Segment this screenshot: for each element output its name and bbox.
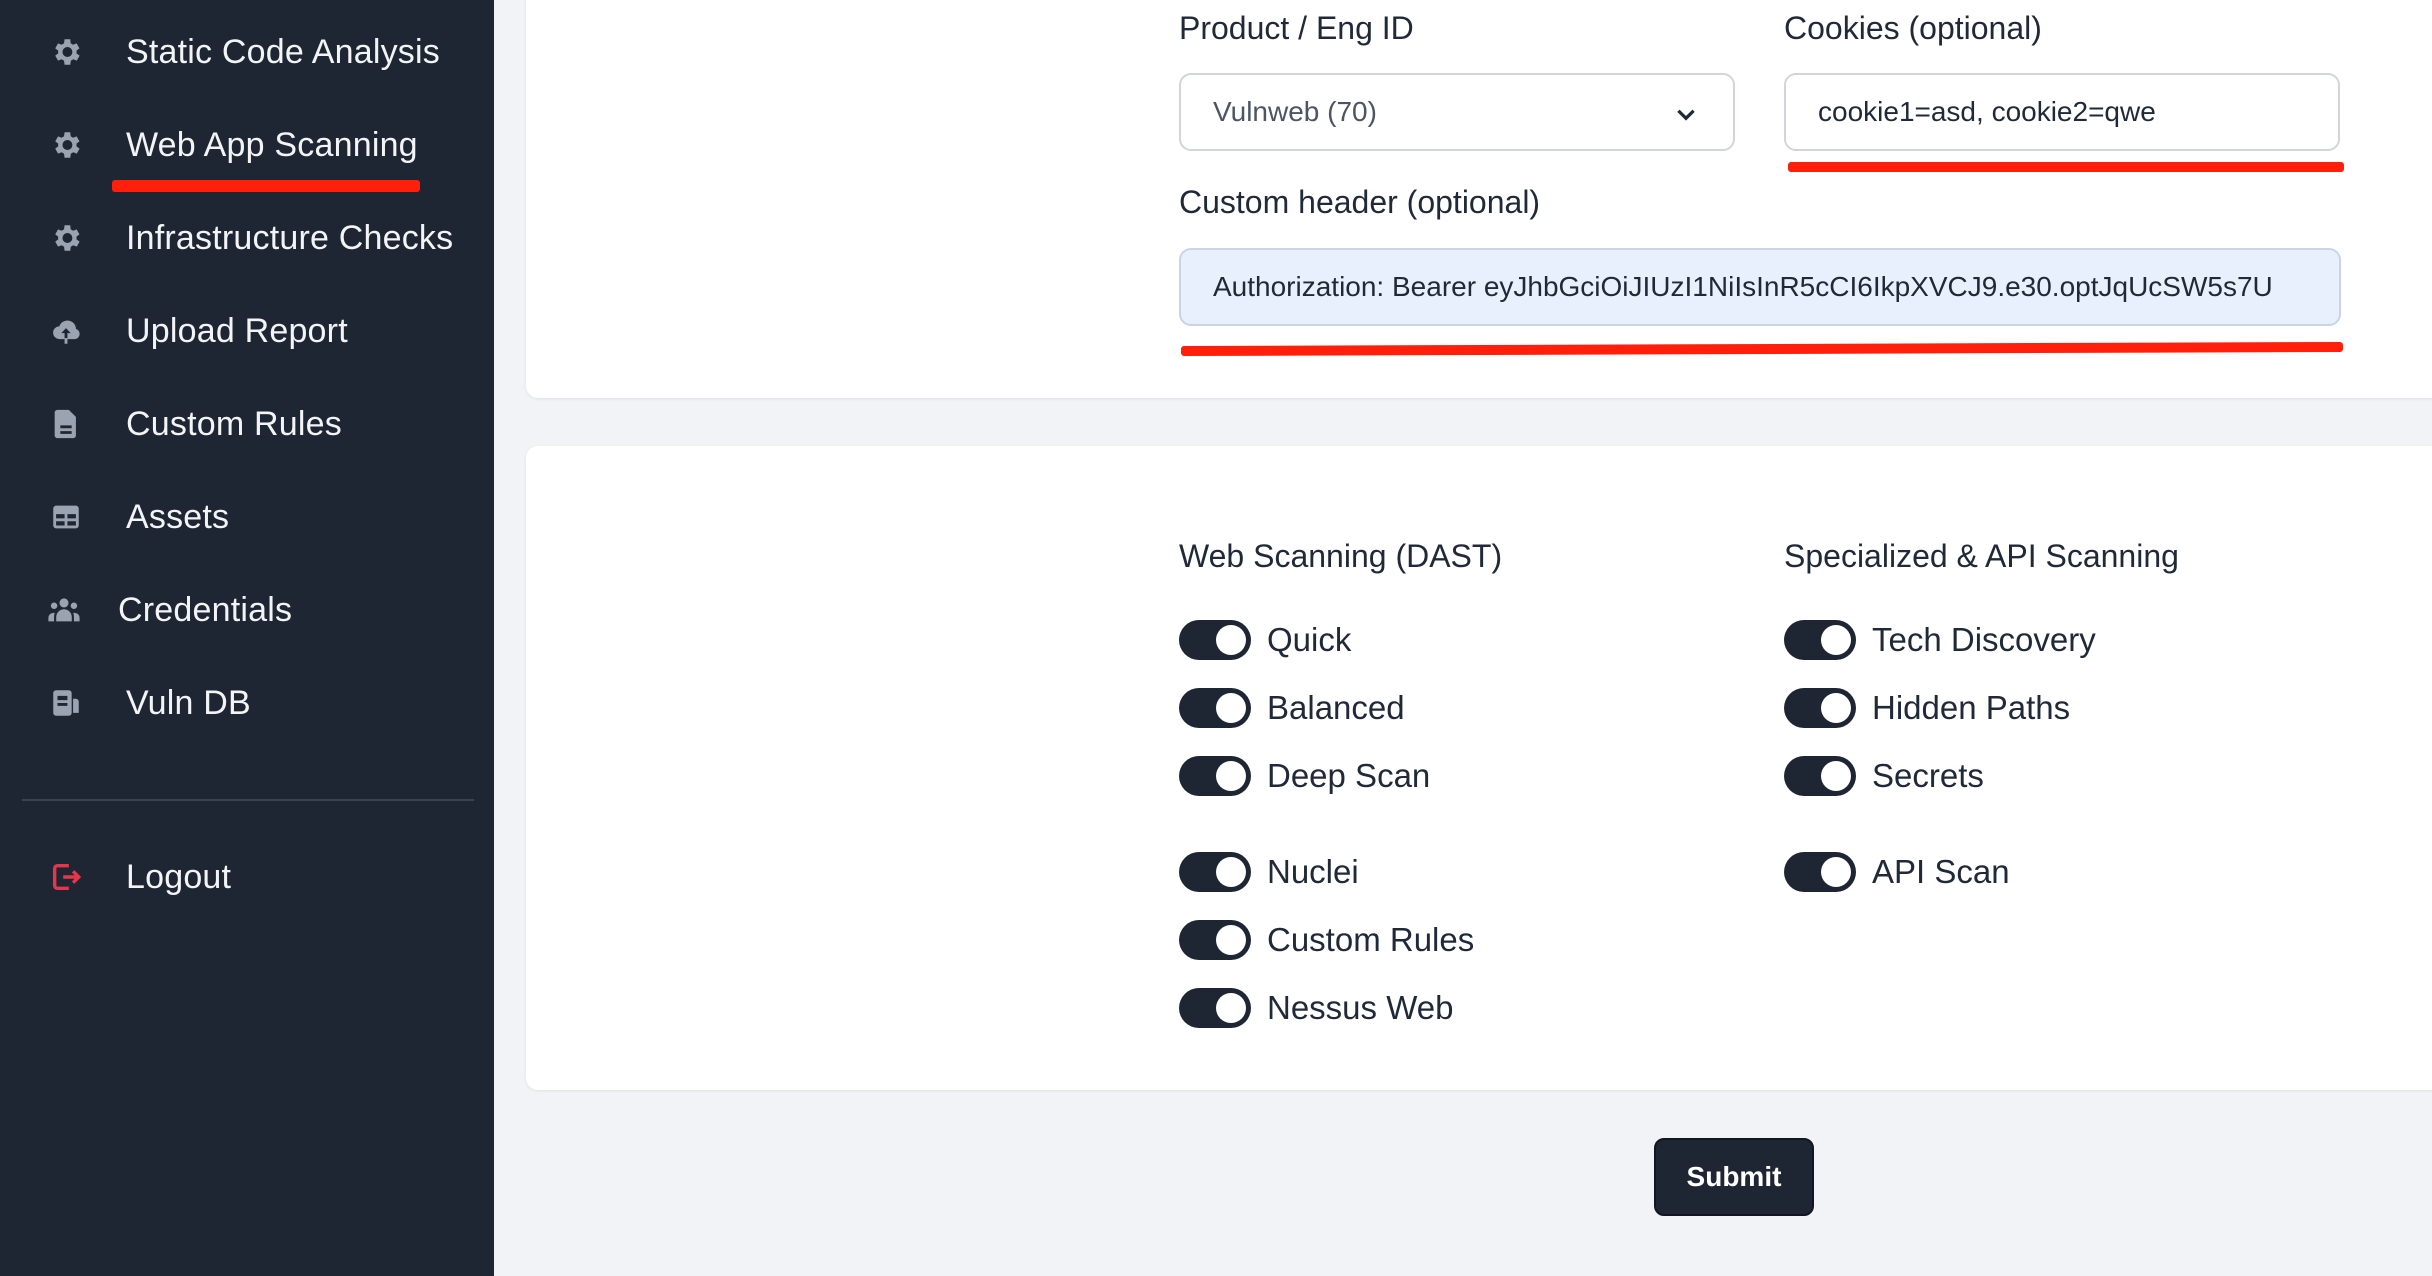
toggle-switch[interactable]	[1179, 988, 1251, 1028]
toggle-label: Deep Scan	[1267, 757, 1431, 794]
toggle-tech-discovery[interactable]: Tech Discovery	[1784, 618, 2096, 662]
sidebar-item-label: Custom Rules	[126, 404, 342, 443]
gear-icon	[46, 125, 86, 165]
chevron-down-icon	[1673, 101, 1699, 127]
toggle-deep-scan[interactable]: Deep Scan	[1179, 754, 1430, 798]
sidebar-item-static-code-analysis[interactable]: Static Code Analysis	[0, 12, 494, 92]
product-select[interactable]: Vulnweb (70)	[1179, 73, 1735, 151]
sidebar-item-web-app-scanning[interactable]: Web App Scanning	[0, 105, 494, 185]
toggle-hidden-paths[interactable]: Hidden Paths	[1784, 686, 2070, 730]
sidebar-item-logout[interactable]: Logout	[0, 837, 494, 917]
database-icon	[46, 683, 86, 723]
cookies-input-value: cookie1=asd, cookie2=qwe	[1818, 96, 2156, 127]
toggle-switch[interactable]	[1179, 756, 1251, 796]
sidebar-item-label: Web App Scanning	[126, 125, 418, 164]
sidebar-item-credentials[interactable]: Credentials	[0, 570, 494, 650]
toggle-api-scan[interactable]: API Scan	[1784, 850, 2010, 894]
toggle-nuclei[interactable]: Nuclei	[1179, 850, 1359, 894]
gear-icon	[46, 218, 86, 258]
submit-button[interactable]: Submit	[1654, 1138, 1814, 1216]
custom-header-field-label: Custom header (optional)	[1179, 184, 1541, 220]
sidebar-item-label: Assets	[126, 497, 230, 536]
sidebar-item-vuln-db[interactable]: Vuln DB	[0, 663, 494, 743]
sidebar-item-label: Logout	[126, 857, 232, 896]
annotation-underline-custom-header	[1180, 341, 2344, 357]
custom-header-input[interactable]: Authorization: Bearer eyJhbGciOiJIUzI1Ni…	[1179, 248, 2341, 326]
sidebar-item-assets[interactable]: Assets	[0, 477, 494, 557]
toggle-switch[interactable]	[1784, 852, 1856, 892]
toggle-switch[interactable]	[1784, 620, 1856, 660]
toggle-switch[interactable]	[1784, 756, 1856, 796]
target-config-card: Product / Eng ID Vulnweb (70) Cookies (o…	[526, 0, 2432, 398]
table-icon	[46, 497, 86, 537]
sidebar: Static Code Analysis Web App Scanning In…	[0, 0, 494, 1276]
toggle-label: Balanced	[1267, 689, 1405, 726]
sidebar-divider	[22, 799, 474, 801]
cookies-field-label: Cookies (optional)	[1784, 10, 2042, 46]
toggle-label: Secrets	[1872, 757, 1984, 794]
cloud-upload-icon	[46, 311, 86, 351]
sidebar-item-label: Upload Report	[126, 311, 348, 350]
toggle-label: Nuclei	[1267, 853, 1359, 890]
api-section-title: Specialized & API Scanning	[1784, 538, 2179, 574]
dast-section-title: Web Scanning (DAST)	[1179, 538, 1503, 574]
custom-header-input-value: Authorization: Bearer eyJhbGciOiJIUzI1Ni…	[1213, 271, 2273, 302]
product-field-label: Product / Eng ID	[1179, 10, 1414, 46]
sidebar-item-upload-report[interactable]: Upload Report	[0, 291, 494, 371]
toggle-custom-rules[interactable]: Custom Rules	[1179, 918, 1474, 962]
document-icon	[46, 404, 86, 444]
gear-icon	[46, 32, 86, 72]
toggle-nessus-web[interactable]: Nessus Web	[1179, 986, 1453, 1030]
toggle-switch[interactable]	[1179, 920, 1251, 960]
sidebar-item-label: Vuln DB	[126, 683, 251, 722]
toggle-label: Tech Discovery	[1872, 621, 2096, 658]
toggle-secrets[interactable]: Secrets	[1784, 754, 1984, 798]
product-select-value: Vulnweb (70)	[1213, 96, 1377, 127]
toggle-label: Nessus Web	[1267, 989, 1454, 1026]
toggle-label: Hidden Paths	[1872, 689, 2071, 726]
sidebar-item-label: Credentials	[118, 590, 293, 629]
sidebar-item-custom-rules[interactable]: Custom Rules	[0, 384, 494, 464]
annotation-underline-cookies	[1788, 162, 2344, 172]
sidebar-item-infrastructure-checks[interactable]: Infrastructure Checks	[0, 198, 494, 278]
toggle-switch[interactable]	[1179, 852, 1251, 892]
toggle-quick[interactable]: Quick	[1179, 618, 1351, 662]
cookies-input[interactable]: cookie1=asd, cookie2=qwe	[1784, 73, 2340, 151]
logout-icon	[46, 857, 86, 897]
toggle-label: Custom Rules	[1267, 921, 1475, 958]
toggle-switch[interactable]	[1784, 688, 1856, 728]
sidebar-item-label: Infrastructure Checks	[126, 218, 454, 257]
users-icon	[44, 590, 84, 630]
annotation-underline-web-app-scanning	[112, 180, 420, 192]
toggle-label: Quick	[1267, 621, 1352, 658]
sidebar-item-label: Static Code Analysis	[126, 32, 440, 71]
toggle-label: API Scan	[1872, 853, 2010, 890]
toggle-balanced[interactable]: Balanced	[1179, 686, 1405, 730]
toggle-switch[interactable]	[1179, 688, 1251, 728]
scan-options-card: Web Scanning (DAST) Quick Balanced Deep …	[526, 446, 2432, 1090]
toggle-switch[interactable]	[1179, 620, 1251, 660]
